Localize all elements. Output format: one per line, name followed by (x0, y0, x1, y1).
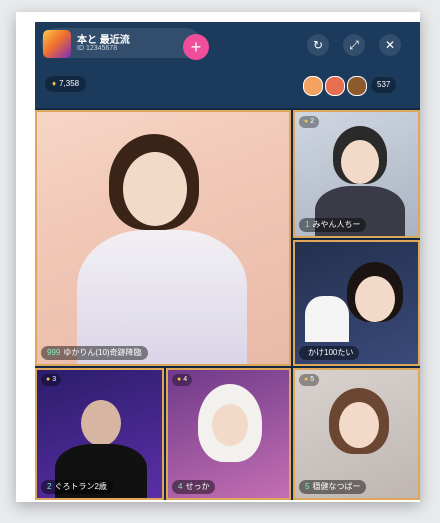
viewer-avatar[interactable] (347, 76, 367, 96)
person-face (341, 140, 379, 184)
stream-caption: 4 せっか (172, 480, 216, 494)
shrink-icon[interactable]: ⤢ (343, 34, 365, 56)
host-info[interactable]: 本と 最近流 ID 12345678 + (41, 28, 209, 60)
stream-tile[interactable]: ● 4 4 せっか (166, 368, 291, 500)
stream-caption: かけ100たい (299, 346, 360, 360)
stream-caption: 1 みやん人ちー (299, 218, 367, 232)
viewer-avatar[interactable] (303, 76, 323, 96)
stream-tile[interactable]: ● 3 2 ぐろトラン2歳 (35, 368, 164, 500)
stream-caption: 999 ゆかりん(10)奇跡降臨 (41, 346, 148, 360)
coin-icon: ♦ (52, 79, 57, 88)
stream-tile[interactable]: かけ100たい (293, 240, 420, 366)
stream-tile[interactable]: ● 5 5 穏健なつばー (293, 368, 420, 500)
follow-button[interactable]: + (183, 34, 209, 60)
top-bar: 本と 最近流 ID 12345678 + ↻ ⤢ ✕ ♦ 7,358 537 (35, 22, 420, 108)
person-face (212, 404, 248, 446)
person-face (81, 400, 121, 446)
host-avatar[interactable] (43, 30, 71, 58)
host-name: 本と 最近流 (77, 35, 130, 46)
coin-counter[interactable]: ♦ 7,358 (45, 76, 87, 92)
viewer-count[interactable]: 537 (371, 77, 397, 93)
host-subtitle: ID 12345678 (77, 45, 118, 52)
rank-badge: ● 2 (299, 116, 320, 128)
coin-value: 7,358 (59, 79, 80, 88)
person-face (355, 276, 395, 322)
stream-tile[interactable]: ● 2 1 みやん人ちー (293, 110, 420, 238)
stream-caption: 5 穏健なつばー (299, 480, 367, 494)
person-face (123, 152, 187, 226)
rank-badge: ● 5 (299, 374, 320, 386)
refresh-icon[interactable]: ↻ (307, 34, 329, 56)
close-icon[interactable]: ✕ (379, 34, 401, 56)
viewer-avatar[interactable] (325, 76, 345, 96)
screenshot-frame: 本と 最近流 ID 12345678 + ↻ ⤢ ✕ ♦ 7,358 537 9… (16, 12, 420, 502)
person-body (305, 296, 349, 342)
stream-grid: 999 ゆかりん(10)奇跡降臨 ● 2 1 みやん人ちー かけ100たい ● … (35, 110, 420, 500)
rank-badge: ● 4 (172, 374, 193, 386)
person-face (339, 402, 379, 448)
rank-badge: ● 3 (41, 374, 62, 386)
stream-tile[interactable]: 999 ゆかりん(10)奇跡降臨 (35, 110, 291, 366)
app-screen: 本と 最近流 ID 12345678 + ↻ ⤢ ✕ ♦ 7,358 537 9… (35, 22, 420, 500)
stream-caption: 2 ぐろトラン2歳 (41, 480, 113, 494)
